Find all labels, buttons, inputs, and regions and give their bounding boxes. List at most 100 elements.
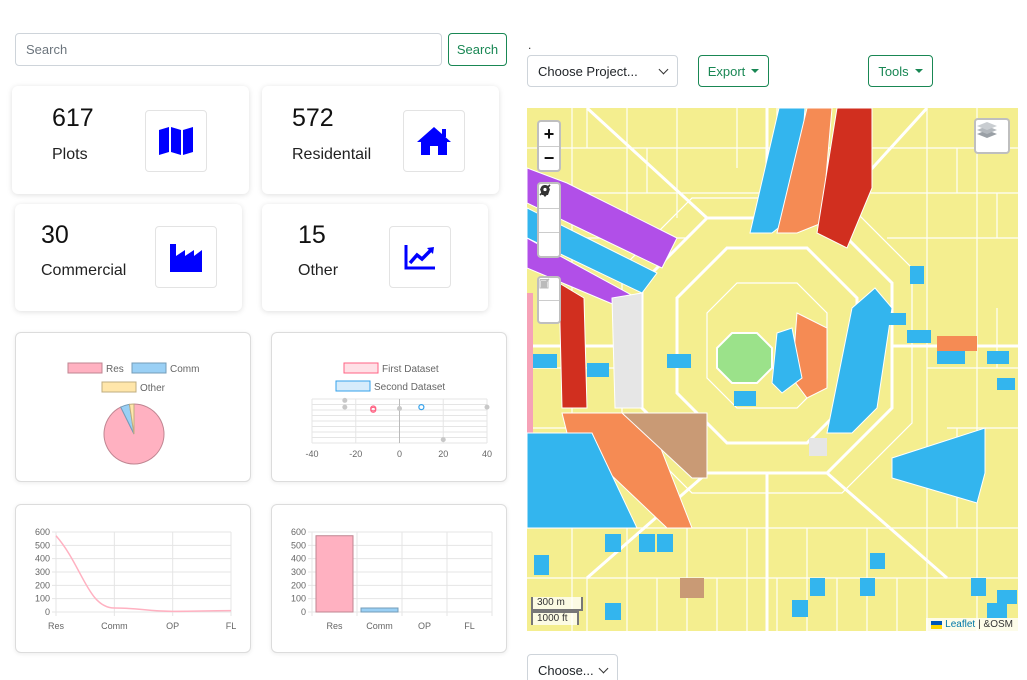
- pie-chart-card: Res Comm Other: [15, 332, 251, 482]
- residential-card: 572 Residentail: [262, 86, 499, 194]
- map-marker-icon: [540, 185, 550, 197]
- scatter-point: [342, 397, 348, 403]
- plots-card: 617 Plots: [12, 86, 249, 194]
- other-label: Other: [298, 262, 339, 279]
- pie-chart: Res Comm Other: [67, 362, 199, 465]
- x-tick-label: Res: [326, 621, 343, 631]
- scatter-point: [342, 404, 348, 410]
- y-tick-label: 0: [45, 607, 50, 617]
- residential-label: Residentail: [292, 146, 372, 163]
- commercial-label: Commercial: [41, 262, 127, 279]
- x-tick-label: -20: [349, 449, 362, 459]
- x-tick-label: OP: [166, 621, 179, 631]
- caret-down-icon: [914, 69, 923, 73]
- project-select[interactable]: Choose Project...: [527, 55, 678, 87]
- y-tick-label: 200: [291, 580, 306, 590]
- scatter-point: [440, 437, 446, 443]
- export-label: Export: [707, 63, 746, 79]
- y-tick-label: 400: [291, 554, 306, 564]
- line-chart-card: 0 100 200 300 400 500 600 Res Comm OP FL: [15, 504, 251, 653]
- x-tick-label: -40: [305, 449, 318, 459]
- tools-label: Tools: [878, 63, 909, 79]
- scale-imperial: 1000 ft: [531, 611, 579, 625]
- home-icon: [403, 110, 465, 172]
- export-button[interactable]: Export: [698, 55, 769, 87]
- series-line: [55, 535, 232, 613]
- legend-label: Other: [140, 383, 166, 394]
- map-scale: 300 m 1000 ft: [531, 597, 583, 625]
- y-tick-label: 100: [291, 594, 306, 604]
- other-card: 15 Other: [262, 204, 488, 311]
- y-tick-label: 200: [35, 580, 50, 590]
- chevron-down-icon: [598, 663, 609, 673]
- scale-metric: 300 m: [531, 597, 583, 611]
- y-tick-label: 600: [35, 527, 50, 537]
- scatter-point: [418, 404, 425, 411]
- search-button[interactable]: Search: [448, 33, 507, 66]
- osm-attribution: | &OSM: [978, 619, 1013, 630]
- draw-marker-button[interactable]: [539, 185, 559, 256]
- commercial-count: 30: [41, 221, 69, 249]
- bar: [360, 607, 399, 613]
- zoom-control: + −: [537, 120, 561, 172]
- draw-polygon-button[interactable]: [539, 185, 559, 232]
- toolbar-dot: .: [528, 38, 532, 52]
- layers-icon: [977, 122, 997, 138]
- layers-button[interactable]: [974, 118, 1010, 154]
- map-attribution: Leaflet | &OSM: [926, 618, 1018, 631]
- line-chart: 0 100 200 300 400 500 600 Res Comm OP FL: [35, 527, 236, 631]
- zoom-in-button[interactable]: +: [539, 122, 559, 146]
- y-tick-label: 300: [35, 567, 50, 577]
- bar: [315, 535, 354, 613]
- other-count: 15: [298, 221, 326, 249]
- chart-line-icon: [389, 226, 451, 288]
- legend-swatch: [343, 362, 379, 374]
- map-view[interactable]: + − 300 m 1000 ft Leaflet | &OSM: [527, 108, 1018, 631]
- legend-label: Second Dataset: [374, 382, 445, 393]
- legend-swatch: [67, 362, 103, 374]
- x-tick-label: 0: [397, 449, 402, 459]
- chevron-down-icon: [658, 64, 669, 74]
- industry-icon: [155, 226, 217, 288]
- legend-label: First Dataset: [382, 364, 439, 375]
- scatter-chart-card: First Dataset Second Dataset -40 -20 0 20 40: [271, 332, 507, 482]
- caret-down-icon: [751, 69, 760, 73]
- legend-label: Res: [106, 364, 124, 375]
- bottom-select-value: Choose...: [538, 662, 594, 678]
- delete-layers-button[interactable]: [539, 279, 559, 322]
- legend-label: Comm: [170, 364, 199, 375]
- x-tick-label: FL: [464, 621, 475, 631]
- scatter-point: [397, 405, 402, 411]
- trash-icon: [540, 279, 548, 288]
- residential-count: 572: [292, 104, 334, 132]
- map-tiles: [527, 108, 1018, 631]
- y-tick-label: 0: [301, 607, 306, 617]
- bar-chart: 0 100 200 300 400 500 600 Res Comm OP FL: [291, 527, 493, 631]
- legend-swatch: [335, 380, 371, 392]
- x-tick-label: Comm: [366, 621, 393, 631]
- zoom-out-button[interactable]: −: [539, 146, 559, 170]
- x-tick-label: Comm: [101, 621, 128, 631]
- y-tick-label: 600: [291, 527, 306, 537]
- x-tick-label: 20: [438, 449, 448, 459]
- flag-icon: [931, 620, 943, 629]
- legend-swatch: [131, 362, 167, 374]
- search-input[interactable]: [15, 33, 442, 66]
- plots-label: Plots: [52, 146, 88, 163]
- scatter-point: [484, 404, 490, 410]
- tools-button[interactable]: Tools: [868, 55, 933, 87]
- y-tick-label: 500: [35, 540, 50, 550]
- x-tick-label: 40: [482, 449, 492, 459]
- y-tick-label: 400: [35, 554, 50, 564]
- plots-count: 617: [52, 104, 94, 132]
- bottom-select[interactable]: Choose...: [527, 654, 618, 680]
- x-tick-label: Res: [48, 621, 65, 631]
- edit-toolbar: [537, 276, 561, 324]
- draw-toolbar: [537, 182, 561, 258]
- map-icon: [145, 110, 207, 172]
- bar-chart-card: 0 100 200 300 400 500 600 Res Comm OP FL: [271, 504, 507, 653]
- commercial-card: 30 Commercial: [15, 204, 242, 311]
- leaflet-link[interactable]: Leaflet: [945, 619, 975, 630]
- y-tick-label: 300: [291, 567, 306, 577]
- project-select-value: Choose Project...: [538, 63, 638, 79]
